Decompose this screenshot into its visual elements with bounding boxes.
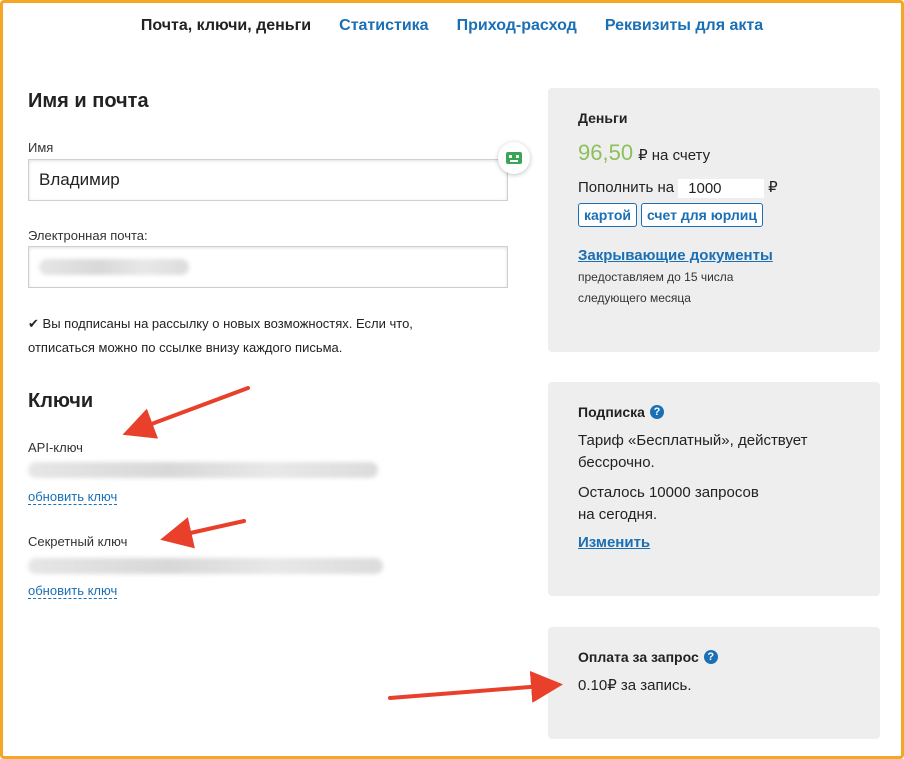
profile-heading: Имя и почта: [28, 90, 149, 112]
subscription-card: Подписка ? Тариф «Бесплатный», действует…: [548, 382, 880, 596]
arrow-to-price: [388, 670, 563, 703]
topup-row: Пополнить на 1000 ₽: [578, 177, 850, 199]
subscription-title: Подписка: [578, 404, 645, 420]
pay-by-card-button[interactable]: картой: [578, 203, 637, 227]
docs-note-line1: предоставляем до 15 числа: [578, 270, 734, 284]
remaining-line1: Осталось 10000 запросов: [578, 484, 759, 501]
email-label: Электронная почта:: [28, 228, 148, 243]
arrow-to-secret-key: [160, 517, 246, 549]
email-value-blurred: [39, 259, 189, 275]
tab-mail-keys-money[interactable]: Почта, ключи, деньги: [141, 17, 311, 35]
payment-buttons: картой счет для юрлиц: [578, 203, 850, 227]
secret-key-label: Секретный ключ: [28, 534, 128, 549]
per-request-price: 0.10₽ за запись.: [578, 677, 692, 694]
api-key-label: API-ключ: [28, 440, 83, 455]
closing-documents-link[interactable]: Закрывающие документы: [578, 247, 773, 264]
currency-sign: ₽: [768, 179, 778, 196]
arrow-to-api-key: [122, 386, 250, 439]
api-key-refresh-link[interactable]: обновить ключ: [28, 489, 118, 505]
per-request-card: Оплата за запрос ? 0.10₽ за запись.: [548, 627, 880, 739]
money-title: Деньги: [578, 110, 628, 126]
topup-amount-input[interactable]: 1000: [678, 178, 765, 198]
topup-label: Пополнить на: [578, 179, 675, 196]
keys-heading: Ключи: [28, 390, 94, 412]
help-icon[interactable]: ?: [703, 650, 718, 664]
help-icon[interactable]: ?: [649, 405, 664, 419]
name-value: Владимир: [39, 170, 120, 189]
subscription-title-row: Подписка ?: [578, 404, 850, 420]
balance-suffix: ₽ на счету: [638, 147, 711, 164]
balance-value: 96,50: [578, 140, 634, 165]
name-field[interactable]: Владимир: [28, 159, 508, 201]
docs-note-line2: следующего месяца: [578, 291, 691, 305]
api-key-value-blurred: [28, 462, 378, 483]
secret-key-refresh-link[interactable]: обновить ключ: [28, 583, 118, 599]
per-request-title-row: Оплата за запрос ?: [578, 649, 850, 665]
subscription-note-line1: Вы подписаны на рассылку о новых возможн…: [42, 316, 413, 331]
balance-row: 96,50 ₽ на счету: [578, 140, 850, 167]
top-tabs: Почта, ключи, деньги Статистика Приход-р…: [0, 17, 904, 35]
money-card: Деньги 96,50 ₽ на счету Пополнить на 100…: [548, 88, 880, 352]
tab-statistics[interactable]: Статистика: [339, 17, 428, 35]
company-invoice-button[interactable]: счет для юрлиц: [641, 203, 764, 227]
subscription-note-line2: отписаться можно по ссылке внизу каждого…: [28, 340, 343, 355]
robot-icon[interactable]: [498, 142, 530, 174]
per-request-title: Оплата за запрос: [578, 649, 699, 665]
name-label: Имя: [28, 140, 54, 155]
remaining-line2: на сегодня.: [578, 506, 658, 523]
tab-act-details[interactable]: Реквизиты для акта: [605, 17, 763, 35]
secret-key-value-blurred: [28, 558, 383, 579]
email-field[interactable]: [28, 246, 508, 288]
tariff-line1: Тариф «Бесплатный», действует: [578, 432, 808, 449]
check-icon: ✔: [28, 316, 39, 331]
subscription-note: ✔ Вы подписаны на рассылку о новых возмо…: [28, 312, 498, 360]
change-tariff-link[interactable]: Изменить: [578, 534, 650, 551]
tariff-line2: бессрочно.: [578, 454, 655, 471]
tab-income-expense[interactable]: Приход-расход: [457, 17, 577, 35]
